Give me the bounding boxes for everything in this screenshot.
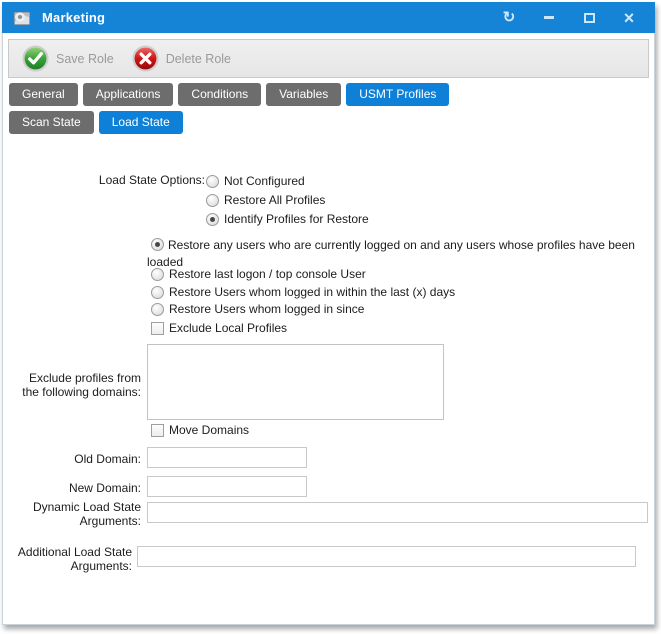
exclude-local-profiles-checkbox[interactable]: Exclude Local Profiles (151, 321, 287, 335)
checkbox-icon (151, 322, 164, 335)
dynamic-args-input[interactable] (147, 502, 648, 523)
checkbox-label: Exclude Local Profiles (169, 321, 287, 335)
marketing-role-window: Marketing ↻ × Save Role (2, 2, 655, 625)
dynamic-args-label: Dynamic Load State Arguments: (11, 500, 141, 528)
radio-icon (206, 175, 219, 188)
radio-label: Restore Users whom logged in within the … (169, 285, 455, 299)
radio-icon (151, 238, 164, 251)
exclude-domains-label: Exclude profiles from the following doma… (11, 371, 141, 399)
radio-label: Restore last logon / top console User (169, 267, 366, 281)
radio-label: Restore Users whom logged in since (169, 302, 364, 316)
radio-icon (151, 286, 164, 299)
radio-restore-since[interactable]: Restore Users whom logged in since (151, 302, 364, 316)
load-state-options-label: Load State Options: (63, 173, 205, 187)
exclude-domains-textarea[interactable] (147, 344, 444, 420)
radio-icon (151, 303, 164, 316)
checkbox-label: Move Domains (169, 423, 249, 437)
additional-args-input[interactable] (137, 546, 636, 567)
radio-icon (206, 194, 219, 207)
new-domain-input[interactable] (147, 476, 307, 497)
radio-identify-profiles[interactable]: Identify Profiles for Restore (206, 212, 369, 226)
radio-label: Restore any users who are currently logg… (147, 238, 635, 269)
radio-restore-last-x-days[interactable]: Restore Users whom logged in within the … (151, 285, 455, 299)
radio-icon (151, 268, 164, 281)
radio-restore-logged-on-users[interactable]: Restore any users who are currently logg… (147, 237, 653, 271)
radio-restore-all-profiles[interactable]: Restore All Profiles (206, 193, 325, 207)
additional-args-label: Additional Load State Arguments: (3, 545, 132, 573)
move-domains-checkbox[interactable]: Move Domains (151, 423, 249, 437)
load-state-form: Load State Options: Not Configured Resto… (3, 3, 654, 624)
old-domain-label: Old Domain: (11, 452, 141, 466)
radio-label: Identify Profiles for Restore (224, 212, 369, 226)
radio-not-configured[interactable]: Not Configured (206, 174, 305, 188)
radio-restore-last-logon[interactable]: Restore last logon / top console User (151, 267, 366, 281)
new-domain-label: New Domain: (11, 481, 141, 495)
radio-label: Restore All Profiles (224, 193, 325, 207)
old-domain-input[interactable] (147, 447, 307, 468)
radio-icon (206, 213, 219, 226)
radio-label: Not Configured (224, 174, 305, 188)
checkbox-icon (151, 424, 164, 437)
